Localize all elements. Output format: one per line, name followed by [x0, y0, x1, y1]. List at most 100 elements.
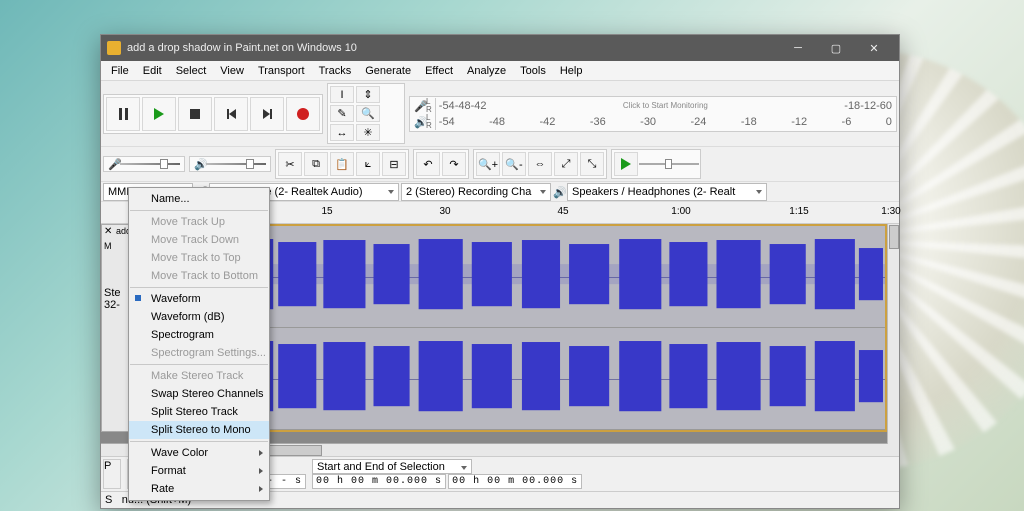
undo-icon[interactable]: ↶ — [416, 152, 440, 176]
envelope-tool-icon[interactable]: ⇕ — [356, 86, 380, 103]
tick: -48 — [489, 116, 505, 128]
menu-tools[interactable]: Tools — [514, 63, 552, 79]
waveform-icon — [203, 234, 885, 314]
play-speed-button[interactable] — [614, 152, 638, 176]
redo-icon[interactable]: ↷ — [442, 152, 466, 176]
selection-tool-icon[interactable]: I — [330, 86, 354, 103]
play-at-speed — [611, 149, 701, 179]
mic-icon: 🎤 — [108, 158, 120, 171]
menu-edit[interactable]: Edit — [137, 63, 168, 79]
copy-icon[interactable]: ⧉ — [304, 152, 328, 176]
menu-item-move-down: Move Track Down — [129, 231, 269, 249]
menu-effect[interactable]: Effect — [419, 63, 459, 79]
toolbar-row-2: 🎤 🔊 ✂ ⧉ 📋 ⟀ ⊟ ↶ ↷ 🔍+ 🔍- ⇔ ⤢ ⤡ — [101, 147, 899, 182]
play-volume-slider[interactable]: 🔊 — [189, 156, 271, 172]
window-title: add a drop shadow in Paint.net on Window… — [127, 42, 779, 54]
tick: 0 — [886, 116, 892, 128]
menubar[interactable]: File Edit Select View Transport Tracks G… — [101, 61, 899, 81]
tick: -12 — [860, 100, 876, 112]
menu-help[interactable]: Help — [554, 63, 589, 79]
pause-button[interactable] — [106, 97, 140, 131]
cut-icon[interactable]: ✂ — [278, 152, 302, 176]
paste-icon[interactable]: 📋 — [330, 152, 354, 176]
menu-tracks[interactable]: Tracks — [313, 63, 358, 79]
track-mute-button[interactable]: M — [104, 241, 112, 251]
minimize-button[interactable]: ─ — [779, 35, 817, 61]
zoom-in-icon[interactable]: 🔍+ — [476, 152, 500, 176]
tools-palette: I ⇕ ✎ 🔍 ↔ ✳ — [327, 83, 405, 144]
channel-right[interactable] — [203, 328, 885, 430]
meter-hint[interactable]: Click to Start Monitoring — [487, 101, 845, 110]
menu-item-split-stereo[interactable]: Split Stereo Track — [129, 403, 269, 421]
track-stereo-label: Ste — [104, 287, 121, 299]
ruler-label: 15 — [321, 206, 332, 217]
play-device-combo[interactable]: Speakers / Headphones (2- Realt — [567, 183, 767, 201]
menu-item-split-stereo-mono[interactable]: Split Stereo to Mono — [129, 421, 269, 439]
menu-item-move-top: Move Track to Top — [129, 249, 269, 267]
ruler-label: 45 — [557, 206, 568, 217]
track-rate-label: 32- — [104, 299, 120, 311]
toolbar-row-1: I ⇕ ✎ 🔍 ↔ ✳ 🎤 LR -54 -48 -42 Click to St… — [101, 81, 899, 147]
menu-item-move-up: Move Track Up — [129, 213, 269, 231]
rec-channels-combo[interactable]: 2 (Stereo) Recording Cha — [401, 183, 551, 201]
silence-icon[interactable]: ⊟ — [382, 152, 406, 176]
selection-mode-combo[interactable]: Start and End of Selection — [312, 459, 472, 474]
tick: -54 — [439, 116, 455, 128]
timeshift-tool-icon[interactable]: ↔ — [330, 124, 354, 141]
multi-tool-icon[interactable]: ✳ — [356, 124, 380, 141]
menu-item-swap-channels[interactable]: Swap Stereo Channels — [129, 385, 269, 403]
zoom-tool-icon[interactable]: 🔍 — [356, 105, 380, 122]
maximize-button[interactable]: ▢ — [817, 35, 855, 61]
menu-item-rate[interactable]: Rate — [129, 480, 269, 498]
tick: -48 — [455, 100, 471, 112]
menu-transport[interactable]: Transport — [252, 63, 311, 79]
stop-button[interactable] — [178, 97, 212, 131]
tick: -12 — [791, 116, 807, 128]
menu-item-format[interactable]: Format — [129, 462, 269, 480]
selection-end-value[interactable]: 00 h 00 m 00.000 s — [448, 474, 582, 489]
record-button[interactable] — [286, 97, 320, 131]
skip-start-button[interactable] — [214, 97, 248, 131]
menu-file[interactable]: File — [105, 63, 135, 79]
project-rate-panel[interactable]: P — [103, 459, 121, 489]
menu-analyze[interactable]: Analyze — [461, 63, 512, 79]
menu-item-wave-color[interactable]: Wave Color — [129, 444, 269, 462]
titlebar[interactable]: add a drop shadow in Paint.net on Window… — [101, 35, 899, 61]
menu-view[interactable]: View — [214, 63, 250, 79]
menu-generate[interactable]: Generate — [359, 63, 417, 79]
fit-project-icon[interactable]: ⤢ — [554, 152, 578, 176]
skip-end-button[interactable] — [250, 97, 284, 131]
speaker-icon: 🔊 — [553, 186, 565, 198]
menu-item-spectrogram[interactable]: Spectrogram — [129, 326, 269, 344]
tick: -6 — [842, 116, 852, 128]
vertical-scrollbar[interactable] — [887, 224, 899, 444]
recording-meter[interactable]: 🎤 LR -54 -48 -42 Click to Start Monitori… — [409, 96, 897, 132]
close-button[interactable]: ✕ — [855, 35, 893, 61]
waveform-icon — [203, 336, 885, 416]
track-dropdown-menu[interactable]: Name... Move Track Up Move Track Down Mo… — [128, 187, 270, 501]
menu-item-move-bottom: Move Track to Bottom — [129, 267, 269, 285]
menu-select[interactable]: Select — [170, 63, 213, 79]
tick: -36 — [590, 116, 606, 128]
menu-item-waveform-db[interactable]: Waveform (dB) — [129, 308, 269, 326]
play-button[interactable] — [142, 97, 176, 131]
zoom-out-icon[interactable]: 🔍- — [502, 152, 526, 176]
draw-tool-icon[interactable]: ✎ — [330, 105, 354, 122]
app-icon — [107, 41, 121, 55]
menu-item-waveform[interactable]: Waveform — [129, 290, 269, 308]
trim-icon[interactable]: ⟀ — [356, 152, 380, 176]
tick: -18 — [741, 116, 757, 128]
meter-lr-label: LR — [426, 114, 436, 130]
rec-volume-slider[interactable]: 🎤 — [103, 156, 185, 172]
channel-left[interactable] — [203, 226, 885, 328]
zoom-toggle-icon[interactable]: ⤡ — [580, 152, 604, 176]
tick: -30 — [640, 116, 656, 128]
waveform-display[interactable] — [201, 224, 887, 432]
ruler-label: 1:00 — [671, 206, 690, 217]
track-close-icon[interactable]: ✕ — [104, 226, 112, 237]
menu-item-name[interactable]: Name... — [129, 190, 269, 208]
fit-selection-icon[interactable]: ⇔ — [528, 152, 552, 176]
ruler-label: 30 — [439, 206, 450, 217]
edit-toolbar: ✂ ⧉ 📋 ⟀ ⊟ — [275, 149, 409, 179]
selection-start-value[interactable]: 00 h 00 m 00.000 s — [312, 474, 446, 489]
